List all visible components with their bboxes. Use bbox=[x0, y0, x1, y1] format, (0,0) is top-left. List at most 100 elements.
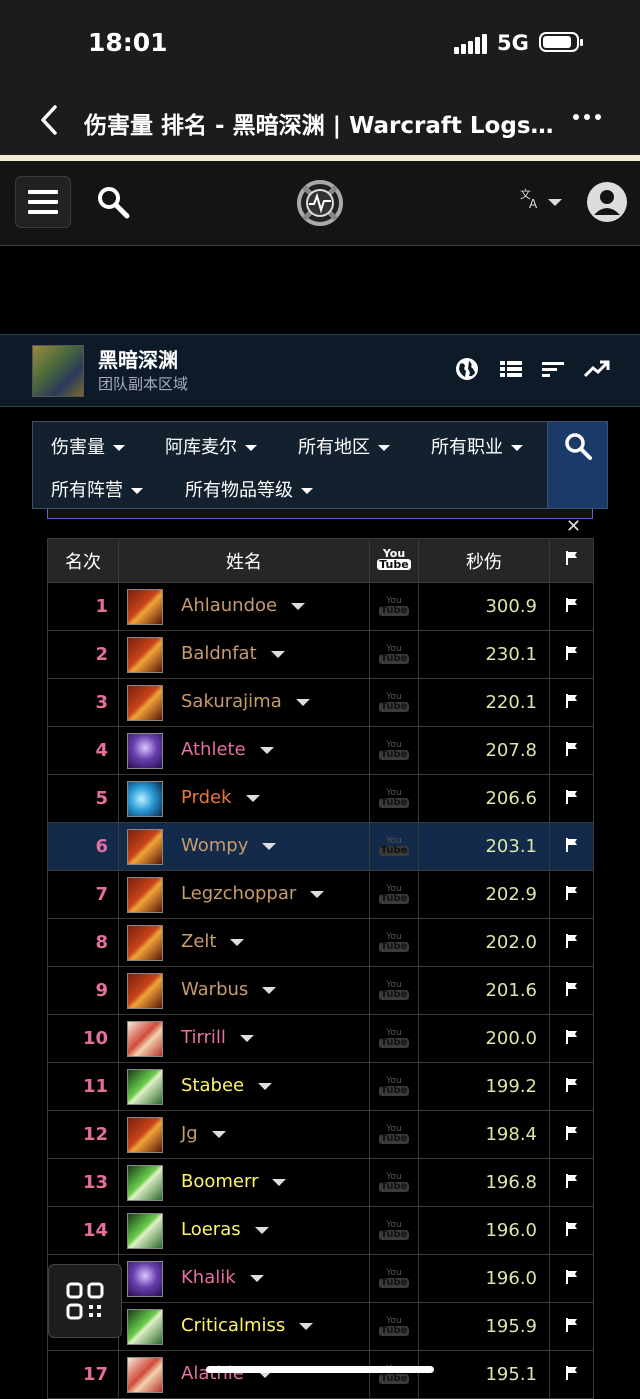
name-cell[interactable]: Khalik bbox=[118, 1254, 370, 1303]
table-row[interactable]: 15KhalikYouTube196.0 bbox=[47, 1254, 594, 1303]
region-dropdown[interactable]: 所有地区 bbox=[298, 433, 390, 459]
table-row[interactable]: 12 Jg You Tube 198.4 bbox=[47, 1110, 594, 1159]
player-name[interactable]: Boomerr bbox=[181, 1171, 287, 1192]
site-logo[interactable] bbox=[296, 179, 344, 227]
table-row[interactable]: 10 Tirrill You Tube 200.0 bbox=[47, 1014, 594, 1063]
chevron-down-icon[interactable] bbox=[548, 199, 562, 206]
flag-icon[interactable] bbox=[565, 741, 579, 757]
flag-cell[interactable] bbox=[549, 1302, 594, 1351]
table-row[interactable]: 3 Sakurajima You Tube 220.1 bbox=[47, 678, 594, 727]
table-row[interactable]: 8 Zelt You Tube 202.0 bbox=[47, 918, 594, 967]
flag-icon[interactable] bbox=[565, 693, 579, 709]
flag-cell[interactable] bbox=[549, 582, 594, 631]
player-name[interactable]: Jg bbox=[181, 1123, 226, 1144]
flag-icon[interactable] bbox=[565, 1269, 579, 1285]
table-row[interactable]: 1 Ahlaundoe You Tube 300.9 bbox=[47, 582, 594, 631]
chevron-down-icon[interactable] bbox=[270, 650, 285, 658]
flag-cell[interactable] bbox=[549, 822, 594, 871]
name-cell[interactable]: Stabee bbox=[118, 1062, 370, 1111]
chevron-down-icon[interactable] bbox=[249, 1274, 264, 1282]
flag-cell[interactable] bbox=[549, 1350, 594, 1399]
server-dropdown[interactable]: 阿库麦尔 bbox=[165, 433, 257, 459]
class-dropdown[interactable]: 所有职业 bbox=[431, 433, 523, 459]
chevron-down-icon[interactable] bbox=[262, 986, 277, 994]
table-row[interactable]: 7 Legzchoppar You Tube 202.9 bbox=[47, 870, 594, 919]
player-name[interactable]: Legzchoppar bbox=[181, 883, 325, 904]
dps-header[interactable]: 秒伤 bbox=[418, 538, 550, 583]
name-cell[interactable]: Baldnfat bbox=[118, 630, 370, 679]
menu-icon[interactable] bbox=[15, 176, 71, 228]
name-cell[interactable]: Athlete bbox=[118, 726, 370, 775]
chevron-down-icon[interactable] bbox=[259, 746, 274, 754]
flag-icon[interactable] bbox=[565, 933, 579, 949]
player-name[interactable]: Athlete bbox=[181, 739, 274, 760]
item-level-dropdown[interactable]: 所有物品等级 bbox=[185, 476, 313, 502]
flag-cell[interactable] bbox=[549, 966, 594, 1015]
flag-icon[interactable] bbox=[565, 1077, 579, 1093]
flag-icon[interactable] bbox=[565, 1365, 579, 1381]
filter-search-button[interactable] bbox=[547, 421, 608, 509]
name-header[interactable]: 姓名 bbox=[118, 538, 370, 583]
flag-cell[interactable] bbox=[549, 678, 594, 727]
flag-cell[interactable] bbox=[549, 1254, 594, 1303]
player-name[interactable]: Stabee bbox=[181, 1075, 273, 1096]
name-cell[interactable]: Prdek bbox=[118, 774, 370, 823]
chevron-down-icon[interactable] bbox=[299, 1322, 314, 1330]
name-cell[interactable]: Sakurajima bbox=[118, 678, 370, 727]
flag-icon[interactable] bbox=[565, 789, 579, 805]
user-avatar-icon[interactable] bbox=[586, 181, 628, 223]
flag-cell[interactable] bbox=[549, 1062, 594, 1111]
name-cell[interactable]: Zelt bbox=[118, 918, 370, 967]
flag-icon[interactable] bbox=[565, 1173, 579, 1189]
player-name[interactable]: Warbus bbox=[181, 979, 277, 1000]
table-row[interactable]: 6 Wompy You Tube 203.1 bbox=[47, 822, 594, 871]
flag-cell[interactable] bbox=[549, 774, 594, 823]
table-row[interactable]: 16CriticalmissYouTube195.9 bbox=[47, 1302, 594, 1351]
chevron-down-icon[interactable] bbox=[239, 1034, 254, 1042]
language-icon[interactable]: 文A bbox=[520, 187, 542, 214]
name-cell[interactable]: Ahlaundoe bbox=[118, 582, 370, 631]
flag-icon[interactable] bbox=[565, 645, 579, 661]
player-name[interactable]: Prdek bbox=[181, 787, 260, 808]
player-name[interactable]: Wompy bbox=[181, 835, 277, 856]
flag-cell[interactable] bbox=[549, 630, 594, 679]
flag-icon[interactable] bbox=[565, 1029, 579, 1045]
player-name[interactable]: Ahlaundoe bbox=[181, 595, 306, 616]
qr-code-button[interactable] bbox=[48, 1264, 122, 1338]
more-icon[interactable] bbox=[572, 102, 602, 139]
name-cell[interactable]: Alathie bbox=[118, 1350, 370, 1399]
player-name[interactable]: Khalik bbox=[181, 1267, 264, 1288]
name-cell[interactable]: Jg bbox=[118, 1110, 370, 1159]
chevron-down-icon[interactable] bbox=[211, 1130, 226, 1138]
list-icon[interactable] bbox=[499, 357, 523, 381]
flag-icon[interactable] bbox=[565, 981, 579, 997]
flag-cell[interactable] bbox=[549, 726, 594, 775]
back-icon[interactable] bbox=[38, 104, 60, 142]
player-name[interactable]: Tirrill bbox=[181, 1027, 254, 1048]
player-name[interactable]: Criticalmiss bbox=[181, 1315, 314, 1336]
chevron-down-icon[interactable] bbox=[295, 698, 310, 706]
flag-cell[interactable] bbox=[549, 1206, 594, 1255]
table-row[interactable]: 11 Stabee You Tube 199.2 bbox=[47, 1062, 594, 1111]
name-cell[interactable]: Loeras bbox=[118, 1206, 370, 1255]
chevron-down-icon[interactable] bbox=[230, 938, 245, 946]
close-icon[interactable]: ✕ bbox=[566, 516, 581, 537]
sort-icon[interactable] bbox=[541, 357, 565, 381]
player-name[interactable]: Loeras bbox=[181, 1219, 269, 1240]
player-name[interactable]: Zelt bbox=[181, 931, 245, 952]
table-row[interactable]: 13 Boomerr You Tube 196.8 bbox=[47, 1158, 594, 1207]
flag-cell[interactable] bbox=[549, 870, 594, 919]
flag-cell[interactable] bbox=[549, 1110, 594, 1159]
name-cell[interactable]: Legzchoppar bbox=[118, 870, 370, 919]
chevron-down-icon[interactable] bbox=[254, 1226, 269, 1234]
chevron-down-icon[interactable] bbox=[272, 1178, 287, 1186]
player-name[interactable]: Sakurajima bbox=[181, 691, 310, 712]
trend-icon[interactable] bbox=[583, 357, 610, 381]
chevron-down-icon[interactable] bbox=[291, 602, 306, 610]
name-cell[interactable]: Criticalmiss bbox=[118, 1302, 370, 1351]
name-cell[interactable]: Tirrill bbox=[118, 1014, 370, 1063]
flag-icon[interactable] bbox=[565, 885, 579, 901]
flag-icon[interactable] bbox=[565, 597, 579, 613]
chevron-down-icon[interactable] bbox=[258, 1082, 273, 1090]
globe-icon[interactable] bbox=[455, 357, 479, 381]
